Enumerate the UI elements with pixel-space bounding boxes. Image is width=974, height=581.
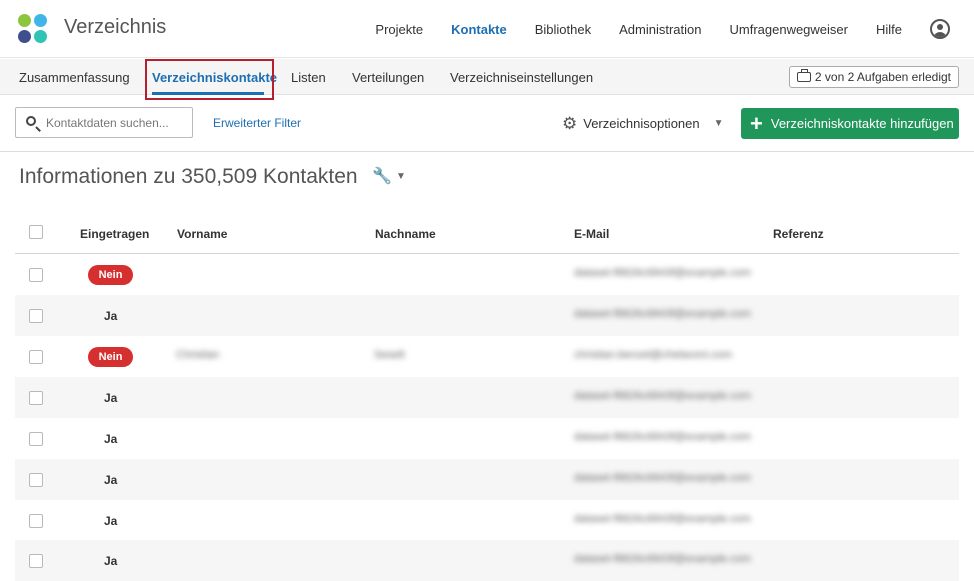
tab-verteilungen[interactable]: Verteilungen — [352, 70, 424, 85]
row-checkbox[interactable] — [29, 432, 43, 446]
status-text: Ja — [104, 391, 118, 405]
app-title: Verzeichnis — [64, 16, 167, 38]
nav-kontakte[interactable]: Kontakte — [451, 22, 507, 37]
chevron-down-icon: ▼ — [713, 117, 724, 129]
nav-hilfe[interactable]: Hilfe — [876, 22, 902, 37]
gear-icon: ⚙ — [562, 113, 578, 133]
table-row[interactable]: Ja dataset-f8826c6843f@example.com — [15, 459, 959, 500]
row-checkbox[interactable] — [29, 350, 43, 364]
email-cell: dataset-f8826c6843f@example.com — [574, 390, 751, 402]
directory-options-dropdown[interactable]: ⚙ Verzeichnisoptionen ▼ — [562, 112, 724, 134]
search-box — [15, 107, 193, 138]
highlight-annotation — [145, 59, 274, 100]
column-header-eingetragen[interactable]: Eingetragen — [80, 227, 149, 241]
plus-icon: + — [750, 110, 763, 136]
nav-bibliothek[interactable]: Bibliothek — [535, 22, 591, 37]
nav-umfragenwegweiser[interactable]: Umfragenwegweiser — [729, 22, 848, 37]
status-text: Ja — [104, 473, 118, 487]
page-title: Informationen zu 350,509 Kontakten — [19, 165, 358, 188]
search-input[interactable] — [46, 113, 186, 133]
search-icon — [26, 116, 36, 126]
top-bar: Verzeichnis Projekte Kontakte Bibliothek… — [0, 0, 974, 58]
app-logo[interactable] — [18, 14, 48, 44]
chevron-down-icon[interactable]: ▼ — [396, 171, 406, 182]
status-badge: Nein — [88, 265, 133, 285]
row-checkbox[interactable] — [29, 268, 43, 282]
table-row[interactable]: Nein dataset-f8826c6843f@example.com — [15, 254, 959, 295]
status-text: Ja — [104, 514, 118, 528]
select-all-checkbox[interactable] — [29, 225, 43, 239]
tab-listen[interactable]: Listen — [291, 70, 326, 85]
email-cell: christian.benzel@chelavoni.com — [574, 349, 732, 361]
status-text: Ja — [104, 554, 118, 568]
row-checkbox[interactable] — [29, 391, 43, 405]
user-account-icon[interactable] — [930, 19, 950, 39]
email-cell: dataset-f8826c6843f@example.com — [574, 431, 751, 443]
email-cell: dataset-f8826c6843f@example.com — [574, 267, 751, 279]
column-header-email[interactable]: E-Mail — [574, 227, 609, 241]
wrench-icon[interactable]: 🔧 — [372, 166, 392, 186]
column-header-referenz[interactable]: Referenz — [773, 227, 824, 241]
table-row[interactable]: Ja dataset-f8826c6843f@example.com — [15, 540, 959, 581]
table-row[interactable]: Ja dataset-f8826c6843f@example.com — [15, 377, 959, 418]
tab-verzeichniseinstellungen[interactable]: Verzeichniseinstellungen — [450, 70, 593, 85]
nav-administration[interactable]: Administration — [619, 22, 701, 37]
advanced-filter-link[interactable]: Erweiterter Filter — [213, 116, 301, 130]
status-text: Ja — [104, 432, 118, 446]
nav-projekte[interactable]: Projekte — [375, 22, 423, 37]
directory-options-label: Verzeichnisoptionen — [583, 115, 700, 131]
column-header-nachname[interactable]: Nachname — [375, 227, 436, 241]
email-cell: dataset-f8826c6843f@example.com — [574, 553, 751, 565]
email-cell: dataset-f8826c6843f@example.com — [574, 308, 751, 320]
row-checkbox[interactable] — [29, 473, 43, 487]
email-cell: dataset-f8826c6843f@example.com — [574, 513, 751, 525]
row-checkbox[interactable] — [29, 309, 43, 323]
last-name-cell: Seselt — [374, 349, 405, 361]
column-header-vorname[interactable]: Vorname — [177, 227, 227, 241]
tasks-label: 2 von 2 Aufgaben erledigt — [814, 70, 951, 84]
row-checkbox[interactable] — [29, 514, 43, 528]
row-checkbox[interactable] — [29, 554, 43, 568]
add-contacts-button[interactable]: + Verzeichniskontakte hinzufügen — [741, 108, 959, 139]
add-contacts-label: Verzeichniskontakte hinzufügen — [770, 116, 954, 131]
table-row[interactable]: Ja dataset-f8826c6843f@example.com — [15, 295, 959, 336]
status-text: Ja — [104, 309, 118, 323]
first-name-cell: Christian — [176, 349, 220, 361]
main-nav: Projekte Kontakte Bibliothek Administrat… — [375, 0, 974, 58]
email-cell: dataset-f8826c6843f@example.com — [574, 472, 751, 484]
briefcase-icon — [796, 69, 811, 82]
table-row[interactable]: Ja dataset-f8826c6843f@example.com — [15, 418, 959, 459]
tasks-button[interactable]: 2 von 2 Aufgaben erledigt — [788, 66, 959, 88]
tab-zusammenfassung[interactable]: Zusammenfassung — [19, 70, 130, 85]
table-row[interactable]: Nein Christian Seselt christian.benzel@c… — [15, 336, 959, 377]
toolbar-divider — [0, 151, 974, 152]
status-badge: Nein — [88, 347, 133, 367]
table-row[interactable]: Ja dataset-f8826c6843f@example.com — [15, 500, 959, 541]
